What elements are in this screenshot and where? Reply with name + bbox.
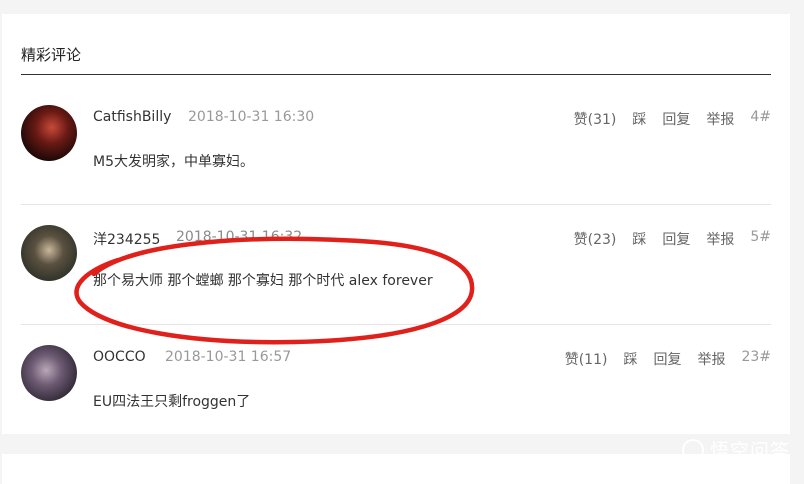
wukong-logo-icon	[681, 438, 704, 461]
comment-content: M5大发明家，中单寡妇。	[93, 154, 254, 170]
comment-time: 2018-10-31 16:30	[188, 109, 315, 125]
comment-item: 洋234255 2018-10-31 16:32 赞(23) 踩 回复 举报 5…	[21, 215, 771, 325]
report-button[interactable]: 举报	[697, 349, 725, 369]
reply-button[interactable]: 回复	[662, 109, 690, 129]
dislike-button[interactable]: 踩	[632, 109, 646, 129]
report-button[interactable]: 举报	[706, 109, 734, 129]
comment-time: 2018-10-31 16:57	[165, 349, 292, 365]
comment-content: EU四法王只剩froggen了	[93, 394, 251, 410]
like-button[interactable]: 赞(31)	[574, 109, 617, 129]
section-title: 精彩评论	[21, 46, 82, 64]
comment-username[interactable]: CatfishBilly	[93, 109, 171, 125]
comment-item: OOCCO 2018-10-31 16:57 赞(11) 踩 回复 举报 23#…	[21, 335, 771, 445]
dislike-button[interactable]: 踩	[632, 229, 646, 249]
next-card	[2, 454, 790, 484]
comment-actions: 赞(31) 踩 回复 举报 4#	[558, 109, 771, 129]
reply-button[interactable]: 回复	[653, 349, 681, 369]
comment-time: 2018-10-31 16:32	[176, 229, 303, 245]
like-button[interactable]: 赞(11)	[565, 349, 608, 369]
report-button[interactable]: 举报	[706, 229, 734, 249]
comment-item: CatfishBilly 2018-10-31 16:30 赞(31) 踩 回复…	[21, 95, 771, 205]
floor-number: 4#	[750, 109, 771, 125]
reply-button[interactable]: 回复	[662, 229, 690, 249]
watermark: 悟空问答	[681, 436, 790, 463]
dislike-button[interactable]: 踩	[623, 349, 637, 369]
floor-number: 23#	[741, 349, 771, 365]
comment-divider	[21, 324, 771, 325]
like-button[interactable]: 赞(23)	[574, 229, 617, 249]
watermark-text: 悟空问答	[709, 440, 790, 462]
comment-username[interactable]: 洋234255	[93, 229, 160, 249]
comment-divider	[21, 204, 771, 205]
comment-actions: 赞(23) 踩 回复 举报 5#	[558, 229, 771, 249]
comment-content: 那个易大师 那个螳螂 那个寡妇 那个时代 alex forever	[93, 273, 433, 289]
avatar[interactable]	[21, 105, 77, 161]
comment-username[interactable]: OOCCO	[93, 349, 146, 365]
avatar[interactable]	[21, 345, 77, 401]
section-title-underline	[21, 74, 771, 75]
avatar[interactable]	[21, 225, 77, 281]
floor-number: 5#	[750, 229, 771, 245]
comment-actions: 赞(11) 踩 回复 举报 23#	[549, 349, 771, 369]
